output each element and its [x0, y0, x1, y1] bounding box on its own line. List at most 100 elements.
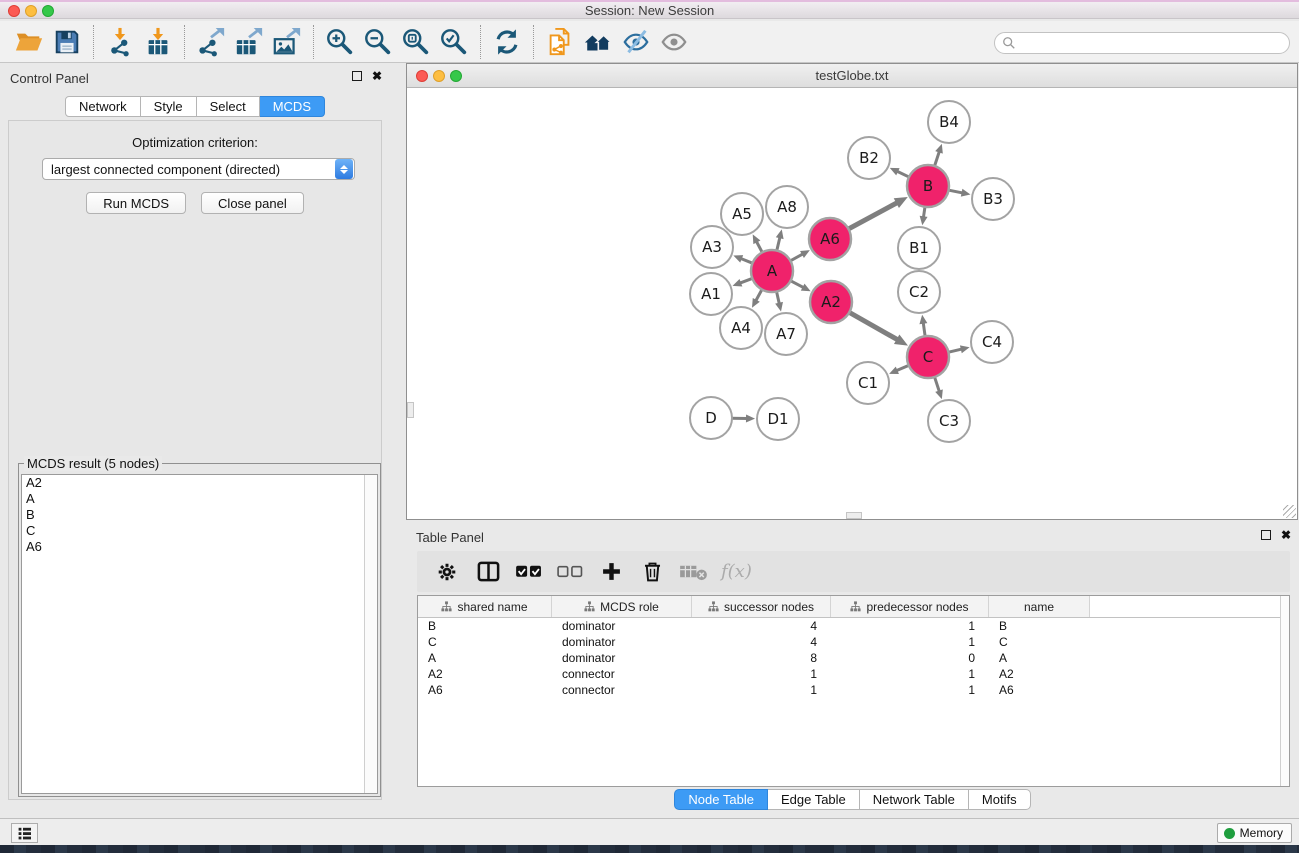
node-B4[interactable]: B4 — [928, 101, 970, 143]
result-item-b[interactable]: B — [22, 507, 377, 523]
network-window-titlebar[interactable]: testGlobe.txt — [407, 64, 1297, 88]
node-A2[interactable]: A2 — [810, 281, 852, 323]
node-C3[interactable]: C3 — [928, 400, 970, 442]
node-C4[interactable]: C4 — [971, 321, 1013, 363]
delete-rows-button[interactable] — [638, 557, 666, 587]
search-input[interactable] — [1021, 36, 1289, 50]
toggle-columns-button[interactable] — [474, 557, 502, 587]
close-table-panel-button[interactable]: ✖ — [1281, 530, 1291, 540]
tab-network-table[interactable]: Network Table — [860, 789, 969, 810]
edge-A-A3[interactable] — [733, 255, 753, 263]
close-panel-button[interactable]: Close panel — [201, 192, 304, 214]
edge-A-A4[interactable] — [752, 289, 762, 308]
edge-A-A1[interactable] — [733, 278, 754, 286]
save-session-button[interactable] — [48, 24, 86, 60]
node-B3[interactable]: B3 — [972, 178, 1014, 220]
network-canvas[interactable]: B4B2BB3A8A5A6A3B1AC2A1A2A4A7C4CC1DD1C3 — [407, 88, 1297, 519]
run-mcds-button[interactable]: Run MCDS — [86, 192, 186, 214]
tab-edge-table[interactable]: Edge Table — [768, 789, 860, 810]
edge-A-A8[interactable] — [776, 229, 784, 251]
close-window-button[interactable] — [8, 5, 20, 17]
tab-network[interactable]: Network — [65, 96, 141, 117]
open-session-button[interactable] — [10, 24, 48, 60]
edge-C-C1[interactable] — [889, 365, 910, 374]
edge-C-C2[interactable] — [919, 315, 927, 337]
task-history-button[interactable] — [11, 823, 38, 843]
close-control-panel-button[interactable]: ✖ — [372, 71, 382, 81]
canvas-vscroll-thumb[interactable] — [407, 402, 414, 418]
node-A4[interactable]: A4 — [720, 307, 762, 349]
criterion-dropdown[interactable]: largest connected component (directed) — [42, 158, 355, 180]
delete-table-button[interactable] — [679, 557, 708, 587]
tab-mcds[interactable]: MCDS — [260, 96, 325, 117]
select-all-rows-button[interactable] — [515, 557, 543, 587]
node-B1[interactable]: B1 — [898, 227, 940, 269]
export-table-button[interactable] — [230, 24, 268, 60]
import-network-button[interactable] — [101, 24, 139, 60]
close-network-window-button[interactable] — [416, 70, 428, 82]
result-item-a[interactable]: A — [22, 491, 377, 507]
show-all-button[interactable] — [655, 24, 693, 60]
function-builder-button[interactable]: f(x) — [721, 557, 752, 587]
result-item-a2[interactable]: A2 — [22, 475, 377, 491]
add-row-button[interactable] — [597, 557, 625, 587]
first-neighbors-button[interactable] — [579, 24, 617, 60]
node-A[interactable]: A — [751, 250, 793, 292]
result-item-a6[interactable]: A6 — [22, 539, 377, 555]
edge-B-B1[interactable] — [920, 206, 928, 225]
memory-button[interactable]: Memory — [1217, 823, 1292, 843]
node-B[interactable]: B — [907, 165, 949, 207]
zoom-network-window-button[interactable] — [450, 70, 462, 82]
export-image-button[interactable] — [268, 24, 306, 60]
edge-D-D1[interactable] — [731, 415, 755, 423]
tab-style[interactable]: Style — [141, 96, 197, 117]
mcds-result-list[interactable]: A2ABCA6 — [21, 474, 378, 794]
zoom-in-button[interactable] — [321, 24, 359, 60]
edge-A2-C[interactable] — [848, 312, 908, 346]
node-C1[interactable]: C1 — [847, 362, 889, 404]
tab-select[interactable]: Select — [197, 96, 260, 117]
edge-A6-B[interactable] — [848, 197, 908, 230]
edge-B-B2[interactable] — [890, 168, 910, 178]
float-table-panel-button[interactable] — [1261, 530, 1271, 540]
column-header-successor-nodes[interactable]: successor nodes — [692, 596, 831, 617]
node-A5[interactable]: A5 — [721, 193, 763, 235]
column-header-predecessor-nodes[interactable]: predecessor nodes — [831, 596, 989, 617]
minimize-network-window-button[interactable] — [433, 70, 445, 82]
new-network-from-selection-button[interactable] — [541, 24, 579, 60]
edge-B-B4[interactable] — [934, 144, 943, 167]
node-C[interactable]: C — [907, 336, 949, 378]
import-table-button[interactable] — [139, 24, 177, 60]
table-row-a[interactable]: Adominator80A — [418, 650, 1289, 666]
table-scrollbar[interactable] — [1280, 596, 1289, 786]
network-canvas-svg[interactable]: B4B2BB3A8A5A6A3B1AC2A1A2A4A7C4CC1DD1C3 — [407, 88, 1297, 519]
column-header-name[interactable]: name — [989, 596, 1090, 617]
zoom-fit-button[interactable] — [397, 24, 435, 60]
edge-A-A6[interactable] — [790, 250, 810, 261]
edge-A-A5[interactable] — [753, 234, 763, 253]
column-header-shared-name[interactable]: shared name — [418, 596, 552, 617]
table-row-b[interactable]: Bdominator41B — [418, 618, 1289, 634]
canvas-hscroll-thumb[interactable] — [846, 512, 862, 519]
edge-B-B3[interactable] — [948, 189, 971, 197]
node-D1[interactable]: D1 — [757, 398, 799, 440]
edge-A-A2[interactable] — [790, 280, 811, 291]
node-D[interactable]: D — [690, 397, 732, 439]
table-row-c[interactable]: Cdominator41C — [418, 634, 1289, 650]
tab-node-table[interactable]: Node Table — [674, 789, 768, 810]
hide-selected-button[interactable] — [617, 24, 655, 60]
float-control-panel-button[interactable] — [352, 71, 362, 81]
table-options-button[interactable] — [433, 557, 461, 587]
zoom-out-button[interactable] — [359, 24, 397, 60]
node-A3[interactable]: A3 — [691, 226, 733, 268]
apply-layout-button[interactable] — [488, 24, 526, 60]
result-list-scrollbar[interactable] — [364, 475, 377, 793]
node-A7[interactable]: A7 — [765, 313, 807, 355]
edge-C-C4[interactable] — [947, 345, 969, 353]
zoom-window-button[interactable] — [42, 5, 54, 17]
search-box[interactable] — [994, 32, 1290, 54]
minimize-window-button[interactable] — [25, 5, 37, 17]
node-A6[interactable]: A6 — [809, 218, 851, 260]
tab-motifs[interactable]: Motifs — [969, 789, 1031, 810]
result-item-c[interactable]: C — [22, 523, 377, 539]
